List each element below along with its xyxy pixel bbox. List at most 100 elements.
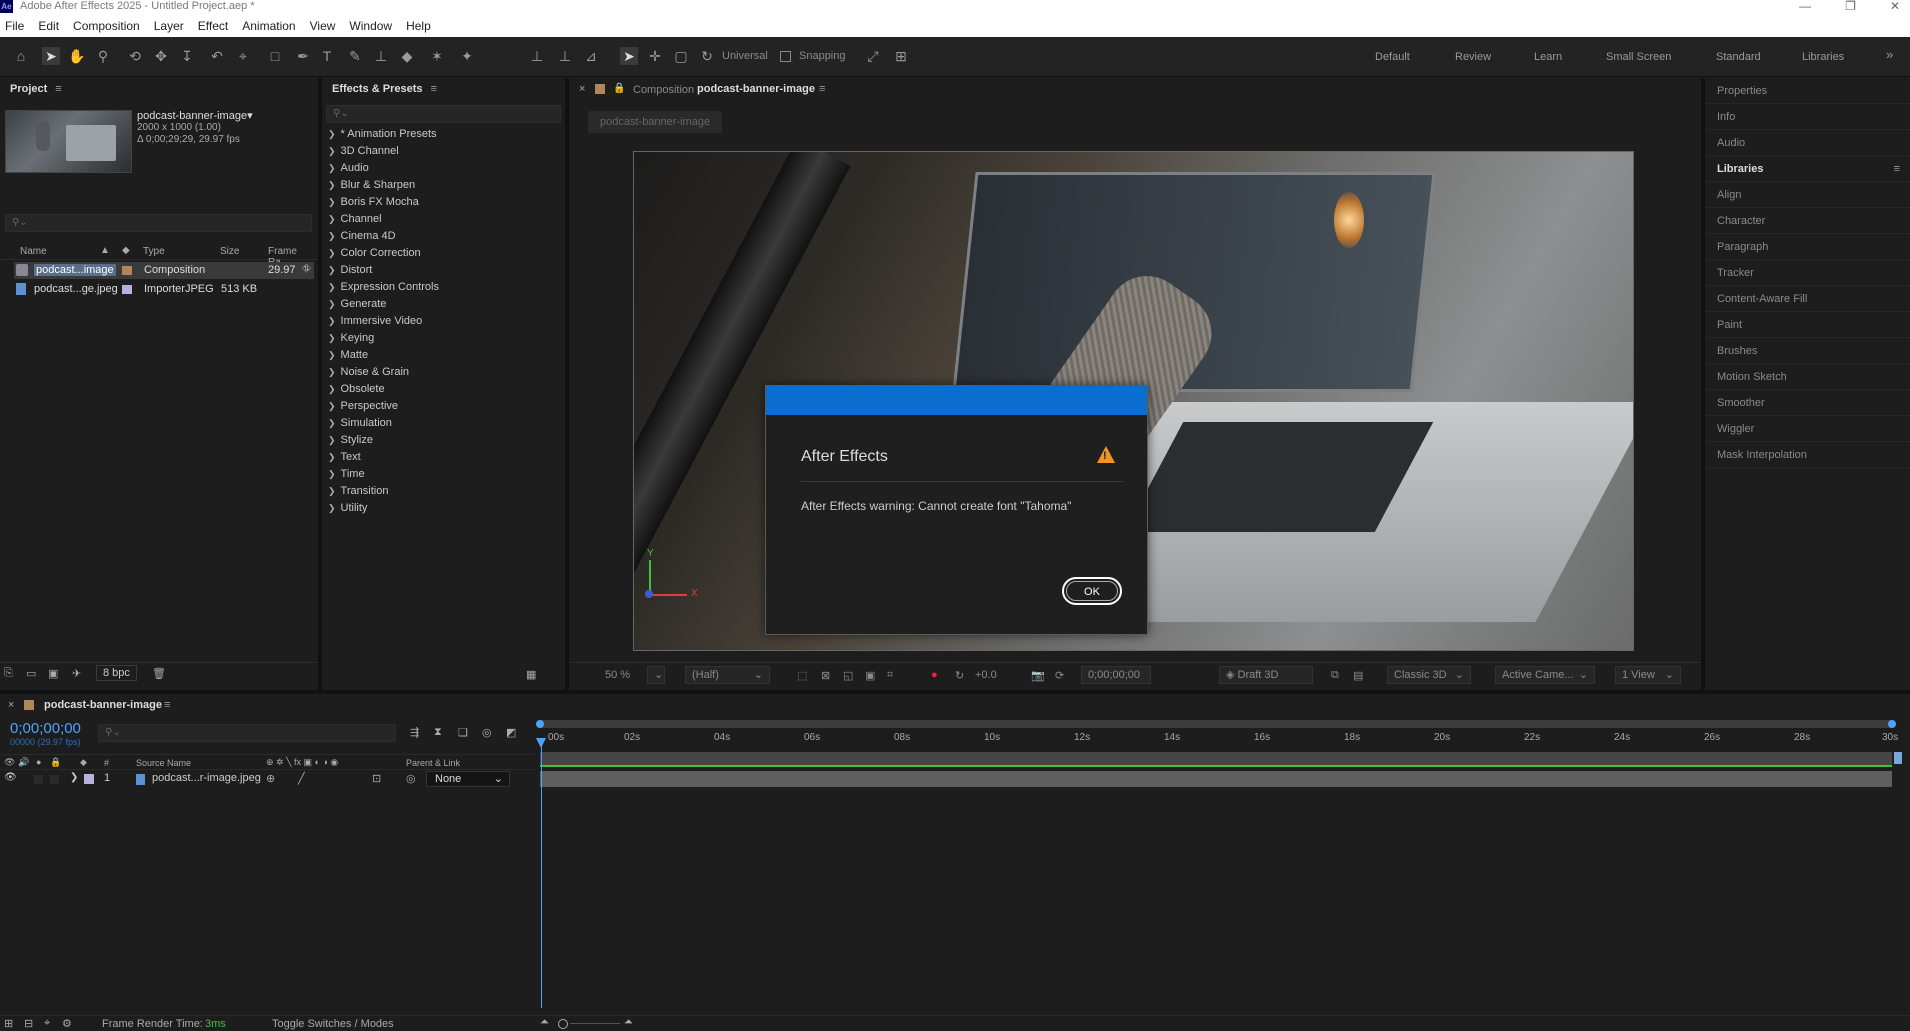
effects-category[interactable]: ❯ Noise & Grain [322,364,565,381]
effects-category[interactable]: ❯ Color Correction [322,245,565,262]
layer-3d-icon[interactable]: ⊡ [372,772,381,785]
effects-category[interactable]: ❯ Utility [322,500,565,517]
panel-content-aware-fill[interactable]: Content-Aware Fill [1705,286,1910,312]
pickwhip-icon[interactable]: ◎ [406,772,416,785]
workspace-libraries[interactable]: Libraries [1802,51,1844,63]
zoom-dropdown[interactable]: ⌄ [647,666,665,684]
draft-3d-toggle[interactable]: ◈ Draft 3D [1219,666,1313,684]
solo-column-icon[interactable]: ● [36,757,41,767]
effects-category[interactable]: ❯ Blur & Sharpen [322,177,565,194]
col-name[interactable]: Name [20,246,47,257]
more-workspaces-icon[interactable]: » [1886,47,1893,62]
timeline-timecode[interactable]: 0;00;00;00 [10,720,81,737]
layer-source-name[interactable]: podcast...r-image.jpeg [152,772,261,784]
lock-toggle[interactable] [50,775,59,784]
toggle-view-icon[interactable]: ▣ [865,669,875,682]
label-tag-icon[interactable]: ◆ [122,245,130,256]
new-preset-icon[interactable]: ▦ [526,668,536,681]
layer-label-swatch[interactable] [84,774,94,784]
bpc-button[interactable]: 8 bpc [96,665,137,681]
composition-tab-name[interactable]: podcast-banner-image [697,83,815,95]
zoom-slider-handle[interactable] [558,1019,568,1029]
minimize-icon[interactable]: — [1799,0,1811,12]
project-row[interactable]: podcast...ge.jpeg ImporterJPEG 513 KB [14,281,314,298]
zoom-out-icon[interactable]: ⏶ [540,1016,549,1029]
panel-tracker[interactable]: Tracker [1705,260,1910,286]
parent-dropdown[interactable]: None ⌄ [426,771,510,787]
effects-category[interactable]: ❯ 3D Channel [322,143,565,160]
views-dropdown[interactable]: 1 View ⌄ [1615,666,1681,684]
transparency-grid-icon[interactable]: ⊠ [821,669,830,682]
renderer-dropdown[interactable]: Classic 3D ⌄ [1387,666,1471,684]
resolution-dropdown[interactable]: (Half) ⌄ [685,666,770,684]
panel-smoother[interactable]: Smoother [1705,390,1910,416]
region-of-interest-icon[interactable]: ⬚ [797,669,807,682]
effects-category[interactable]: ❯ Immersive Video [322,313,565,330]
workspace-learn[interactable]: Learn [1534,51,1562,63]
panel-mask-interpolation[interactable]: Mask Interpolation [1705,442,1910,468]
anchor-tool-icon[interactable]: ⌖ [234,47,252,65]
shy-layers-icon[interactable]: ❏ [458,726,468,739]
new-composition-icon[interactable]: ▣ [48,667,58,680]
current-time-field[interactable]: 0;00;00;00 [1081,666,1151,684]
lock-column-icon[interactable]: 🔒 [50,757,61,768]
3d-ground-plane-icon[interactable]: ⧉ [1331,669,1339,682]
axis-local-icon[interactable]: ⊥ [528,47,546,65]
panel-align[interactable]: Align [1705,182,1910,208]
roto-brush-icon[interactable]: ✶ [428,47,446,65]
workspace-review[interactable]: Review [1455,51,1491,63]
col-type[interactable]: Type [143,246,165,257]
effects-category[interactable]: ❯ * Animation Presets [322,126,565,143]
eraser-tool-icon[interactable]: ◆ [398,47,416,65]
show-snapshot-icon[interactable]: ⟳ [1055,669,1064,682]
menu-effect[interactable]: Effect [198,19,228,33]
close-window-icon[interactable]: ✕ [1890,0,1900,12]
timeline-layer-row[interactable]: 👁 ❯ 1 podcast...r-image.jpeg ⊕ ╱ ⊡ ◎ Non… [0,771,534,787]
panel-wiggler[interactable]: Wiggler [1705,416,1910,442]
effects-category[interactable]: ❯ Matte [322,347,565,364]
axis-view-icon[interactable]: ⊿ [582,47,600,65]
adjust-project-settings-icon[interactable]: ✈ [72,667,81,680]
layer-visibility-icon[interactable]: 👁 [4,772,17,783]
new-folder-icon[interactable]: ▭ [26,667,36,680]
panel-brushes[interactable]: Brushes [1705,338,1910,364]
ok-button-focus-ring[interactable]: OK [1062,577,1122,605]
menu-window[interactable]: Window [349,19,392,33]
graph-editor-icon[interactable]: ◩ [506,726,516,739]
effects-category[interactable]: ❯ Generate [322,296,565,313]
layer-quality-icon[interactable]: ╱ [298,772,305,785]
panel-character[interactable]: Character [1705,208,1910,234]
panel-audio[interactable]: Audio [1705,130,1910,156]
zoom-tool-icon[interactable]: ⚲ [94,47,112,65]
effects-category[interactable]: ❯ Boris FX Mocha [322,194,565,211]
snap-grid-icon[interactable]: ⊞ [892,47,910,65]
pointer-icon[interactable]: ➤ [620,47,638,65]
zoom-in-icon[interactable]: ⏶ [624,1016,633,1029]
menu-help[interactable]: Help [406,19,431,33]
effects-category[interactable]: ❯ Time [322,466,565,483]
toggle-switches-modes[interactable]: Toggle Switches / Modes [272,1018,394,1030]
project-item-name[interactable]: podcast...ge.jpeg [34,283,118,295]
libraries-menu-icon[interactable]: ≡ [1894,156,1900,182]
timeline-search-input[interactable]: ⚲⌄ [98,724,396,742]
rotate-icon[interactable]: ↻ [698,47,716,65]
col-parent-link[interactable]: Parent & Link [406,758,460,768]
interpret-footage-icon[interactable]: ⎘ [4,667,13,680]
layer-switches-icon[interactable]: ⊞ [4,1017,13,1030]
effects-category[interactable]: ❯ Simulation [322,415,565,432]
pen-tool-icon[interactable]: ✒ [294,47,312,65]
flowchart-icon[interactable]: ⛗ [302,263,311,276]
selection-tool-icon[interactable]: ➤ [42,47,60,65]
snapping-checkbox[interactable] [780,51,791,62]
col-source-name[interactable]: Source Name [136,758,191,768]
panel-properties[interactable]: Properties [1705,78,1910,104]
mask-path-icon[interactable]: ◱ [843,669,853,682]
restore-icon[interactable]: ❐ [1845,0,1856,12]
timeline-tab-name[interactable]: podcast-banner-image [44,699,162,711]
panel-paint[interactable]: Paint [1705,312,1910,338]
effects-category[interactable]: ❯ Channel [322,211,565,228]
effects-category[interactable]: ❯ Transition [322,483,565,500]
project-menu-icon[interactable]: ≡ [55,83,61,95]
switches-column-icons[interactable]: ⊕ ✲ ╲ fx ▣ ◐ ◑ ◉ [266,757,338,768]
render-time-icon[interactable]: ⚙ [62,1017,72,1030]
